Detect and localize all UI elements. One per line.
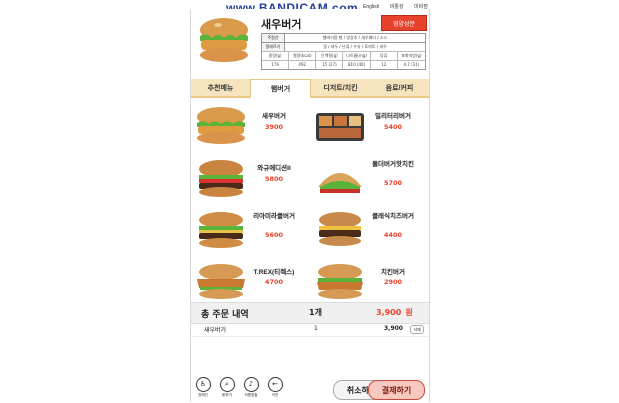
menu-item-name: 클래식치즈버거	[372, 213, 414, 220]
info-value: 햄버거용 빵 / 양상추 / 새우패티 / 소스	[322, 35, 388, 40]
nut-value: 15 (27)	[316, 60, 344, 69]
order-summary-bar: 총 주문 내역 1개 3,900 원	[191, 302, 429, 324]
nut-header: 열량(kcal)	[289, 51, 317, 60]
currency-label: 원	[405, 308, 413, 317]
category-tabs: 추천메뉴 햄버거 디저트/치킨 음료/커피	[191, 79, 429, 98]
menu-item-price: 3900	[264, 123, 284, 131]
wheelchair-icon: ♿	[195, 377, 211, 392]
menu-item-price: 5400	[383, 123, 403, 131]
delete-button[interactable]: 삭제	[410, 325, 424, 334]
nut-header: 포화지방(g)	[397, 51, 425, 60]
menu-grid: 새우버거 3900 밀리터리버거 5400 와규에디션II 5800 폴더버거핫…	[191, 101, 429, 306]
tab-recommended[interactable]: 추천메뉴	[191, 79, 250, 98]
menu-item-price: 2900	[383, 278, 403, 286]
info-value: 밀 / 대두 / 난류 / 우유 / 토마토 / 새우	[323, 44, 387, 49]
menu-item[interactable]: 폴더버거핫치킨 5700	[310, 153, 429, 203]
nut-value: 4.7 (31)	[397, 60, 425, 69]
menu-item-price: 4400	[383, 231, 403, 239]
order-summary-title: 총 주문 내역	[201, 310, 249, 320]
call-staff-button[interactable]: ♪ 직원호출	[242, 377, 260, 398]
folded-burger-image	[318, 173, 362, 193]
pay-button[interactable]: 결제하기	[368, 380, 425, 400]
order-item-qty[interactable]: 1	[314, 325, 318, 332]
chicken-burger-image	[317, 264, 363, 299]
nut-value: 810 (40)	[343, 60, 371, 69]
menu-item-name: 치킨버거	[381, 269, 405, 276]
kiosk-screen: 새우버거 영양성분 주원산 햄버거용 빵 / 양상추 / 새우패티 / 소스 알…	[190, 9, 430, 402]
icon-label: 돋보기	[222, 393, 232, 397]
icon-label: 장애인	[198, 393, 208, 397]
menu-item-name: 밀리터리버거	[375, 113, 411, 120]
nut-value: 179	[262, 60, 290, 69]
order-row: 새우버거 1 3,900 삭제	[191, 322, 429, 337]
product-title: 새우버거	[261, 19, 302, 31]
tab-burger[interactable]: 햄버거	[250, 79, 311, 98]
menu-item-name: 와규에디션II	[257, 165, 291, 172]
order-total: 3,900 원	[376, 307, 413, 318]
menu-item[interactable]: 클래식치즈버거 4400	[310, 205, 429, 255]
menu-item-name: T.REX(티렉스)	[253, 269, 295, 276]
nut-header: 중량(g)	[262, 51, 290, 60]
product-info-table: 주원산 햄버거용 빵 / 양상추 / 새우패티 / 소스 알레르기 밀 / 대두…	[261, 33, 426, 70]
burger-image	[200, 18, 248, 62]
accessibility-button[interactable]: ♿ 장애인	[194, 377, 212, 398]
tab-dessert-chicken[interactable]: 디저트/치킨	[311, 79, 370, 98]
nut-header: 당류	[370, 51, 398, 60]
menu-item-price: 5700	[383, 179, 403, 187]
menu-item[interactable]: 새우버거 3900	[191, 101, 310, 151]
menu-item[interactable]: 리아미라클버거 5600	[191, 205, 310, 255]
nutrition-button[interactable]: 영양성분	[381, 15, 427, 31]
nut-value: 492	[289, 60, 317, 69]
info-row: 주원산 햄버거용 빵 / 양상추 / 새우패티 / 소스	[261, 33, 426, 42]
order-item-price: 3,900	[384, 325, 403, 332]
chicken-burger-image	[197, 264, 245, 299]
meal-box-image	[316, 113, 364, 141]
menu-item[interactable]: 밀리터리버거 5400	[310, 101, 429, 151]
menu-item-name: 폴더버거핫치킨	[372, 161, 414, 168]
back-button[interactable]: ← 이전	[266, 377, 284, 398]
burger-image	[199, 212, 243, 248]
back-arrow-icon: ←	[267, 377, 283, 392]
nutrition-grid: 중량(g) 열량(kcal) 단백질(g) 나트륨(mg) 당류 포화지방(g)…	[261, 51, 426, 70]
order-count: 1개	[309, 308, 322, 317]
info-key: 알레르기	[262, 43, 285, 51]
menu-item[interactable]: T.REX(티렉스) 4700	[191, 257, 310, 307]
burger-image	[319, 212, 361, 246]
icon-label: 이전	[271, 393, 279, 397]
nut-header: 단백질(g)	[316, 51, 344, 60]
info-row: 알레르기 밀 / 대두 / 난류 / 우유 / 토마토 / 새우	[261, 42, 426, 51]
bottom-bar: ♿ 장애인 ⌕ 돋보기 ♪ 직원호출 ← 이전 취소하기 결제하기	[191, 377, 429, 402]
burger-image	[197, 107, 245, 144]
menu-item-price: 5800	[264, 175, 284, 183]
order-total-amount: 3,900	[376, 308, 402, 317]
icon-label: 직원호출	[244, 393, 258, 397]
bell-icon: ♪	[243, 377, 259, 392]
tab-drinks-coffee[interactable]: 음료/커피	[370, 79, 429, 98]
magnifier-icon: ⌕	[219, 377, 235, 392]
info-key: 주원산	[262, 34, 285, 42]
menu-item-name: 새우버거	[262, 113, 286, 120]
nut-header: 나트륨(mg)	[343, 51, 371, 60]
menu-item[interactable]: 와규에디션II 5800	[191, 153, 310, 203]
menu-item-name: 리아미라클버거	[253, 213, 295, 220]
menu-item-price: 4700	[264, 278, 284, 286]
burger-image	[199, 160, 243, 197]
menu-item-price: 5600	[264, 231, 284, 239]
menu-item[interactable]: 치킨버거 2900	[310, 257, 429, 307]
magnifier-button[interactable]: ⌕ 돋보기	[218, 377, 236, 398]
order-item-name: 새우버거	[204, 327, 227, 334]
nut-value: 12	[370, 60, 398, 69]
